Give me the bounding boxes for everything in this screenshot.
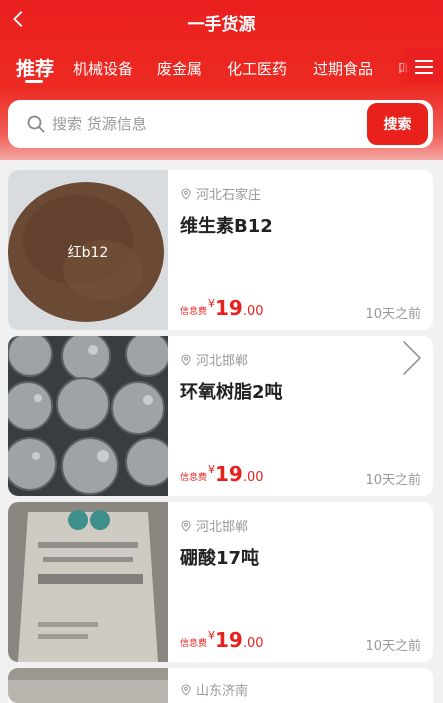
location-text: 河北石家庄 (196, 188, 262, 203)
location: 河北邯郸 (180, 350, 248, 369)
tab-machinery[interactable]: 机械设备 (73, 58, 133, 79)
listing-title: 环氧树脂2吨 (180, 382, 283, 403)
listing-image (8, 336, 168, 496)
product-image (8, 668, 168, 703)
post-time: 10天之前 (365, 473, 421, 488)
post-time: 10天之前 (365, 639, 421, 654)
tab-scrap-metal[interactable]: 废金属 (157, 58, 202, 79)
location: 河北邯郸 (180, 516, 248, 535)
price: 信息费¥19.00 (180, 462, 264, 486)
location-text: 河北邯郸 (196, 520, 249, 535)
listing-image (8, 502, 168, 662)
search-icon (27, 115, 45, 133)
location-pin-icon (181, 520, 191, 532)
price-decimal: .00 (242, 636, 264, 651)
price-integer: 19 (215, 296, 243, 320)
post-time: 10天之前 (365, 307, 421, 322)
location-pin-icon (181, 684, 191, 696)
currency-symbol: ¥ (208, 297, 216, 310)
location-pin-icon (181, 354, 191, 366)
listing-title: 硼酸17吨 (180, 548, 260, 569)
location-text: 山东济南 (196, 684, 249, 699)
image-label: 红b12 (67, 245, 109, 261)
price: 信息费¥19.00 (180, 296, 264, 320)
listing-image (8, 668, 168, 703)
price-decimal: .00 (242, 304, 264, 319)
search-bar: 搜索 (8, 100, 433, 148)
price-fee-label: 信息费 (180, 473, 208, 483)
page-title: 一手货源 (187, 15, 256, 35)
top-bar: 一手货源 (0, 0, 443, 44)
chevron-right-icon[interactable] (396, 338, 426, 378)
tab-recommend[interactable]: 推荐 (16, 54, 54, 81)
location: 河北石家庄 (180, 184, 261, 203)
location-pin-icon (181, 188, 191, 200)
tab-chemical-pharma[interactable]: 化工医药 (227, 58, 287, 79)
menu-icon (415, 60, 433, 74)
currency-symbol: ¥ (208, 463, 216, 476)
search-input[interactable] (52, 112, 352, 136)
price-integer: 19 (215, 462, 243, 486)
price-decimal: .00 (242, 470, 264, 485)
price-fee-label: 信息费 (180, 307, 208, 317)
price-fee-label: 信息费 (180, 639, 208, 649)
listing-title: 维生素B12 (180, 216, 273, 237)
active-tab-indicator (25, 80, 43, 83)
price-integer: 19 (215, 628, 243, 652)
currency-symbol: ¥ (208, 629, 216, 642)
listing-image: 红b12 (8, 170, 168, 330)
sacks-image (8, 502, 168, 662)
listing-card[interactable]: 山东济南 (8, 668, 433, 703)
listing-card[interactable]: 河北邯郸 环氧树脂2吨 信息费¥19.00 10天之前 (8, 336, 433, 496)
category-menu-button[interactable] (396, 48, 443, 84)
price: 信息费¥19.00 (180, 628, 264, 652)
metal-drums-image (8, 336, 168, 496)
search-button[interactable]: 搜索 (367, 103, 428, 145)
location: 山东济南 (180, 680, 248, 699)
location-text: 河北邯郸 (196, 354, 249, 369)
listing-card[interactable]: 河北邯郸 硼酸17吨 信息费¥19.00 10天之前 (8, 502, 433, 662)
category-tabs: 推荐 机械设备 废金属 化工医药 过期食品 叫 (0, 48, 443, 90)
tab-expired-food[interactable]: 过期食品 (313, 58, 373, 79)
listing-card[interactable]: 红b12 河北石家庄 维生素B12 信息费¥19.00 10天之前 (8, 170, 433, 330)
